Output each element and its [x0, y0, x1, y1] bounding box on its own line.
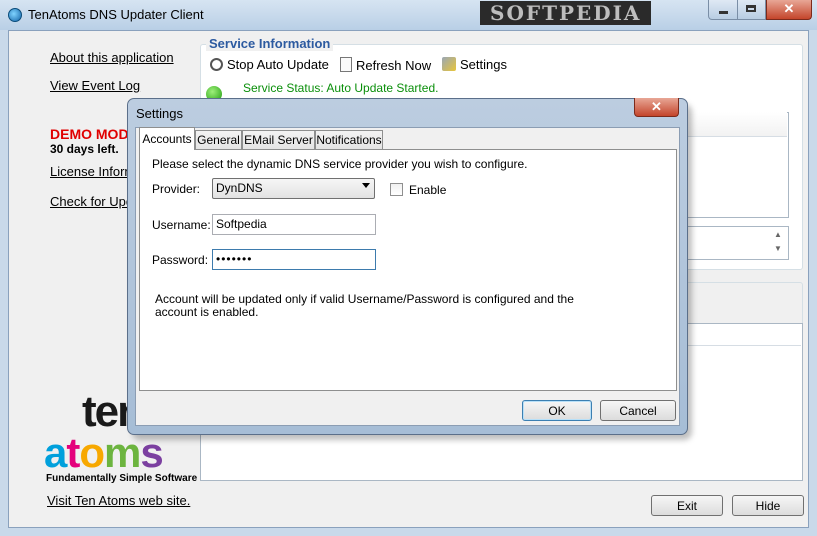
ip-box-scrollbar[interactable]: ▲ ▼	[770, 228, 786, 256]
tab-general[interactable]: General	[195, 130, 242, 149]
settings-label: Settings	[460, 57, 507, 72]
provider-dropdown[interactable]: DynDNS	[212, 178, 375, 199]
watermark-text: SOFTPEDIA	[490, 1, 642, 25]
stop-auto-update-button[interactable]: Stop Auto Update	[210, 57, 329, 75]
settings-button[interactable]: Settings	[442, 57, 507, 75]
stop-icon	[210, 58, 223, 71]
provider-label: Provider:	[152, 182, 201, 196]
dialog-close-button[interactable]: ✕	[634, 98, 679, 117]
close-button[interactable]: ✕	[766, 0, 812, 20]
ok-button[interactable]: OK	[522, 400, 592, 421]
password-field[interactable]: •••••••	[212, 249, 376, 270]
tab-notifications[interactable]: Notifications	[315, 130, 383, 149]
window-title: TenAtoms DNS Updater Client	[28, 7, 204, 22]
app-icon	[8, 8, 22, 22]
days-left-label: 30 days left.	[50, 142, 119, 156]
refresh-now-button[interactable]: Refresh Now	[340, 57, 431, 75]
visit-website-link[interactable]: Visit Ten Atoms web site.	[47, 493, 190, 508]
refresh-now-label: Refresh Now	[356, 58, 432, 73]
provider-instruction: Please select the dynamic DNS service pr…	[152, 157, 528, 171]
tab-accounts[interactable]: Accounts	[139, 127, 195, 150]
logo-tagline: Fundamentally Simple Software	[46, 473, 198, 484]
settings-icon	[442, 57, 456, 71]
cancel-button[interactable]: Cancel	[600, 400, 676, 421]
hide-button[interactable]: Hide	[732, 495, 804, 516]
stop-auto-update-label: Stop Auto Update	[227, 57, 329, 72]
minimize-button[interactable]	[708, 0, 738, 20]
dialog-title: Settings	[136, 106, 183, 121]
username-label: Username:	[152, 218, 211, 232]
chevron-down-icon[interactable]	[362, 183, 370, 188]
refresh-icon	[340, 57, 352, 72]
account-note: Account will be updated only if valid Us…	[155, 292, 574, 319]
tab-email-server[interactable]: EMail Server	[242, 130, 315, 149]
enable-checkbox[interactable]	[390, 183, 403, 196]
service-status-text: Service Status: Auto Update Started.	[243, 81, 439, 95]
exit-button[interactable]: Exit	[651, 495, 723, 516]
view-event-log-link[interactable]: View Event Log	[50, 78, 140, 93]
maximize-button[interactable]	[738, 0, 766, 20]
enable-label: Enable	[409, 183, 447, 197]
demo-mode-label: DEMO MODE	[50, 126, 138, 142]
softpedia-watermark: SOFTPEDIA	[480, 1, 652, 25]
about-link[interactable]: About this application	[50, 50, 174, 65]
service-info-title: Service Information	[206, 36, 334, 51]
password-label: Password:	[152, 253, 209, 267]
username-field[interactable]: Softpedia	[212, 214, 376, 235]
